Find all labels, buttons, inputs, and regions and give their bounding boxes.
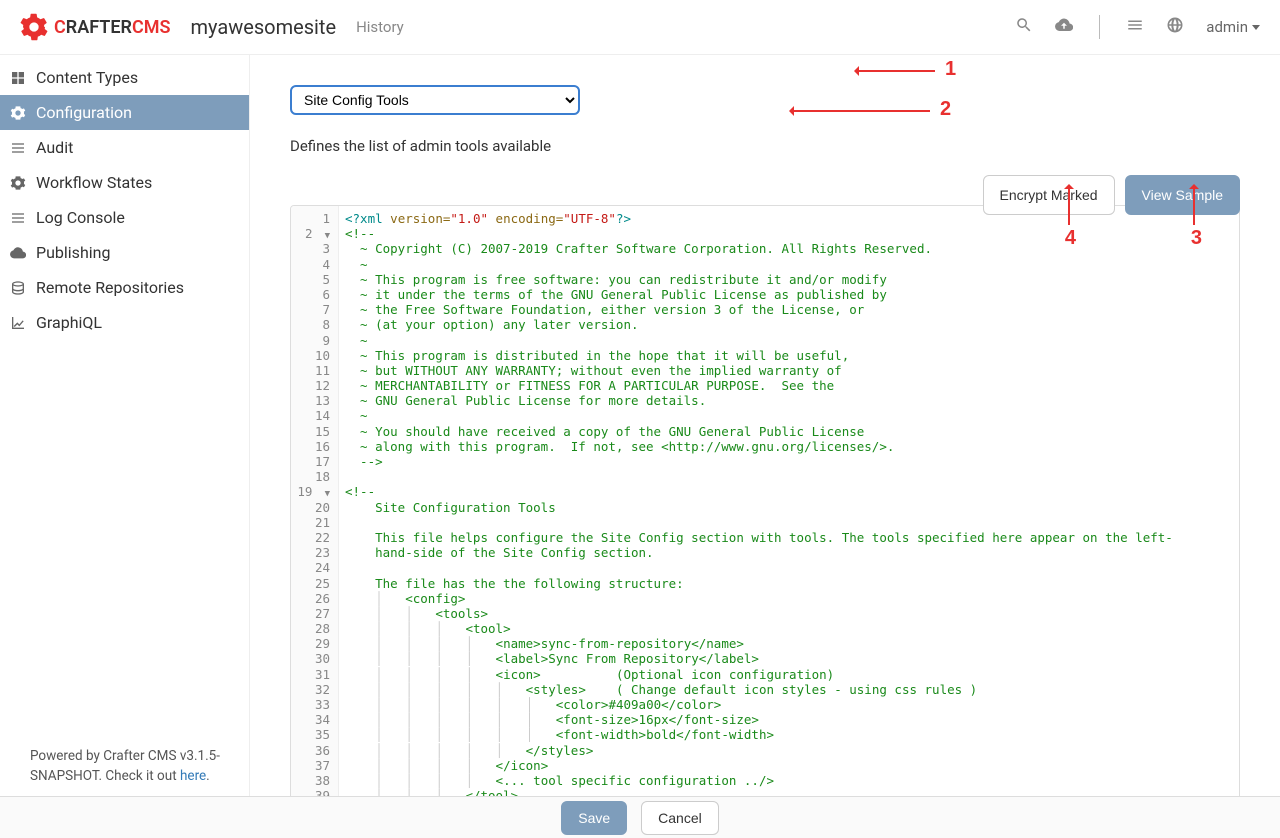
list-icon: [10, 210, 26, 226]
hamburger-icon[interactable]: [1126, 16, 1144, 38]
chart-icon: [10, 315, 26, 331]
sidebar-item-label: Content Types: [36, 68, 138, 87]
sidebar-item-graphiql[interactable]: GraphiQL: [0, 305, 249, 340]
cloud-upload-icon[interactable]: [1055, 16, 1073, 38]
list-icon: [10, 140, 26, 156]
divider: [1099, 15, 1100, 39]
annotation-2: 2: [940, 98, 951, 121]
cloud-icon: [10, 245, 26, 261]
view-sample-button[interactable]: View Sample: [1125, 175, 1240, 215]
config-file-select[interactable]: Site Config Tools: [290, 85, 580, 115]
save-button[interactable]: Save: [561, 801, 627, 835]
sidebar-item-label: Configuration: [36, 103, 132, 122]
globe-icon[interactable]: [1166, 16, 1184, 38]
code-editor[interactable]: 12 ▼345678910111213141516171819 ▼2021222…: [290, 205, 1240, 796]
editor-code[interactable]: <?xml version="1.0" encoding="UTF-8"?><!…: [339, 206, 1239, 796]
gear-icon: [10, 105, 26, 121]
main-panel: Site Config Tools Defines the list of ad…: [250, 55, 1280, 796]
sidebar: Content Types Configuration Audit Workfl…: [0, 55, 250, 796]
annotation-arrow-2: [790, 110, 930, 112]
sidebar-item-label: Workflow States: [36, 173, 152, 192]
app-header: CRAFTERCMS myawesomesite History admin: [0, 0, 1280, 55]
encrypt-marked-button[interactable]: Encrypt Marked: [983, 175, 1115, 215]
search-icon[interactable]: [1015, 16, 1033, 38]
sidebar-item-configuration[interactable]: Configuration: [0, 95, 249, 130]
sidebar-item-label: GraphiQL: [36, 313, 102, 332]
chevron-down-icon: [1252, 25, 1260, 30]
here-link[interactable]: here: [180, 768, 206, 784]
gear-icon: [20, 13, 48, 41]
brand-text: CRAFTERCMS: [54, 17, 170, 38]
sidebar-item-workflow-states[interactable]: Workflow States: [0, 165, 249, 200]
history-link[interactable]: History: [356, 18, 404, 36]
sidebar-item-label: Remote Repositories: [36, 278, 184, 297]
sidebar-item-audit[interactable]: Audit: [0, 130, 249, 165]
user-menu[interactable]: admin: [1206, 18, 1260, 36]
sidebar-item-log-console[interactable]: Log Console: [0, 200, 249, 235]
cancel-button[interactable]: Cancel: [641, 801, 719, 835]
sidebar-footer: Powered by Crafter CMS v3.1.5-SNAPSHOT. …: [0, 736, 249, 797]
site-name[interactable]: myawesomesite: [190, 15, 336, 39]
config-description: Defines the list of admin tools availabl…: [290, 137, 1240, 155]
sidebar-item-label: Publishing: [36, 243, 110, 262]
grid-icon: [10, 70, 26, 86]
database-icon: [10, 280, 26, 296]
editor-gutter: 12 ▼345678910111213141516171819 ▼2021222…: [291, 206, 339, 796]
annotation-1: 1: [945, 58, 956, 81]
annotation-arrow-1: [855, 70, 935, 72]
gear-icon: [10, 175, 26, 191]
sidebar-item-remote-repositories[interactable]: Remote Repositories: [0, 270, 249, 305]
sidebar-item-label: Log Console: [36, 208, 125, 227]
footer-bar: Save Cancel: [0, 796, 1280, 838]
sidebar-item-publishing[interactable]: Publishing: [0, 235, 249, 270]
sidebar-item-label: Audit: [36, 138, 73, 157]
brand-logo[interactable]: CRAFTERCMS: [20, 13, 170, 41]
sidebar-item-content-types[interactable]: Content Types: [0, 60, 249, 95]
